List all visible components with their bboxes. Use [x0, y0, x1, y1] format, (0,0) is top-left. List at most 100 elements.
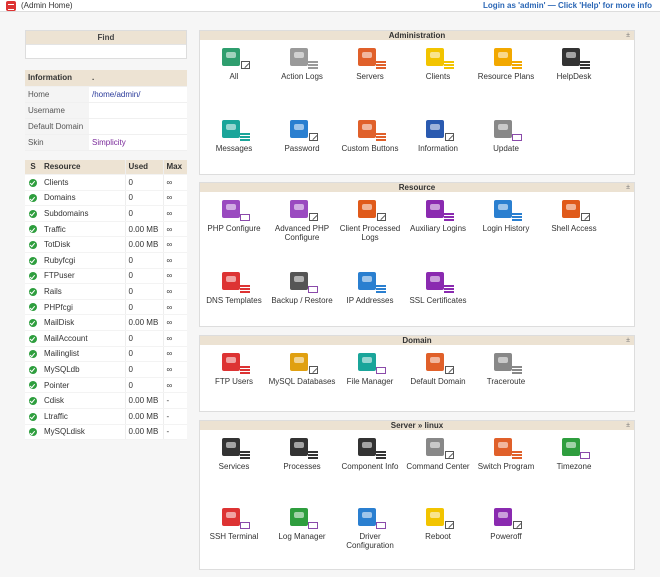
tile-component-info[interactable]: Component Info [336, 436, 404, 471]
find-input[interactable] [26, 44, 186, 58]
tile-log-manager[interactable]: Log Manager [268, 506, 336, 541]
resource-used: 0 [124, 346, 163, 363]
tile-servers[interactable]: Servers [336, 46, 404, 81]
find-box: Find [25, 30, 187, 59]
panel-header: Resource ± [200, 183, 634, 192]
resource-used: 0 [124, 268, 163, 285]
panel-header: Server » linux ± [200, 421, 634, 430]
tile-label: PHP Configure [207, 224, 261, 233]
timezone-icon [556, 436, 592, 460]
tile-password[interactable]: Password [268, 118, 336, 153]
panel-title: Domain [402, 336, 432, 345]
tile-messages[interactable]: Messages [200, 118, 268, 153]
tile-php-configure[interactable]: PHP Configure [200, 198, 268, 233]
tile-ssl-certificates[interactable]: SSL Certificates [404, 270, 472, 305]
status-ok-icon [29, 365, 37, 374]
status-ok-icon [29, 381, 37, 390]
tile-driver-configuration[interactable]: Driver Configuration [336, 506, 404, 550]
update-icon [488, 118, 524, 142]
tile-ip-addresses[interactable]: IP Addresses [336, 270, 404, 305]
tile-mysql-databases[interactable]: MySQL Databases [268, 351, 336, 386]
tile-poweroff[interactable]: Poweroff [472, 506, 540, 541]
resource-max: ∞ [162, 361, 187, 378]
resource-header-name: Resource [41, 159, 125, 175]
traceroute-icon [488, 351, 524, 375]
resource-row: Rails 0 ∞ [25, 283, 187, 300]
tile-clients[interactable]: Clients [404, 46, 472, 81]
resource-name: Domains [41, 190, 125, 207]
resource-max: ∞ [162, 268, 187, 285]
tile-ftp-users[interactable]: FTP Users [200, 351, 268, 386]
panel-server-linux: Server » linux ± Services Processes Componen… [199, 420, 635, 570]
tile-timezone[interactable]: Timezone [540, 436, 608, 471]
resource-used: 0.00 MB [124, 221, 163, 238]
tile-label: HelpDesk [556, 72, 592, 81]
tile-information[interactable]: Information [404, 118, 472, 153]
brand-logo-icon [6, 0, 16, 11]
tile-dns-templates[interactable]: DNS Templates [200, 270, 268, 305]
info-skin-link[interactable]: Simplicity [89, 134, 187, 151]
tile-advanced-php-configure[interactable]: Advanced PHP Configure [268, 198, 336, 242]
tile-shell-access[interactable]: Shell Access [540, 198, 608, 233]
tile-traceroute[interactable]: Traceroute [472, 351, 540, 386]
resource-name: FTPuser [41, 268, 125, 285]
panel-toggle-button[interactable]: ± [626, 421, 630, 430]
info-value [89, 118, 187, 135]
panel-toggle-button[interactable]: ± [626, 336, 630, 345]
switch-program-icon [488, 436, 524, 460]
tile-label: IP Addresses [346, 296, 394, 305]
tile-update[interactable]: Update [472, 118, 540, 153]
tile-action-logs[interactable]: Action Logs [268, 46, 336, 81]
status-ok-icon [29, 256, 37, 265]
tile-resource-plans[interactable]: Resource Plans [472, 46, 540, 81]
resource-max: ∞ [162, 346, 187, 363]
page-title: (Admin Home) [21, 1, 73, 10]
tile-all[interactable]: All [200, 46, 268, 81]
admin-home-page: (Admin Home) Login as 'admin' — Click 'H… [0, 0, 660, 577]
tile-label: Poweroff [490, 532, 522, 541]
panel-toggle-button[interactable]: ± [626, 183, 630, 192]
tile-custom-buttons[interactable]: Custom Buttons [336, 118, 404, 153]
resource-name: Clients [41, 174, 125, 191]
tile-services[interactable]: Services [200, 436, 268, 471]
tile-label: Component Info [341, 462, 399, 471]
tile-command-center[interactable]: Command Center [404, 436, 472, 471]
resource-row: MailDisk 0.00 MB ∞ [25, 314, 187, 331]
left-column: Find Information . Home/home/admin/ User… [25, 30, 187, 441]
tile-reboot[interactable]: Reboot [404, 506, 472, 541]
resource-name: Mailinglist [41, 346, 125, 363]
panel-toggle-button[interactable]: ± [626, 31, 630, 40]
panel-header: Domain ± [200, 336, 634, 345]
resource-max: ∞ [162, 236, 187, 253]
tile-backup-restore[interactable]: Backup / Restore [268, 270, 336, 305]
tile-ssh-terminal[interactable]: SSH Terminal [200, 506, 268, 541]
resource-name: MySQLdb [41, 361, 125, 378]
tile-label: Switch Program [477, 462, 535, 471]
information-table: Information . Home/home/admin/ Username … [25, 70, 187, 151]
info-key: Default Domain [25, 118, 89, 135]
tile-login-history[interactable]: Login History [472, 198, 540, 233]
tile-auxiliary-logins[interactable]: Auxiliary Logins [404, 198, 472, 233]
status-ok-icon [29, 412, 37, 421]
login-info-link[interactable]: Login as 'admin' — Click 'Help' for more… [483, 1, 652, 10]
tile-label: Action Logs [281, 72, 323, 81]
tile-label: Servers [356, 72, 384, 81]
status-ok-icon [29, 272, 37, 281]
tile-client-processed-logs[interactable]: Client Processed Logs [336, 198, 404, 242]
tile-default-domain[interactable]: Default Domain [404, 351, 472, 386]
info-home-link[interactable]: /home/admin/ [89, 86, 187, 103]
resource-used: 0.00 MB [124, 236, 163, 253]
tile-file-manager[interactable]: File Manager [336, 351, 404, 386]
tile-switch-program[interactable]: Switch Program [472, 436, 540, 471]
tile-processes[interactable]: Processes [268, 436, 336, 471]
users-icon [216, 46, 252, 70]
default-domain-icon [420, 351, 456, 375]
processed-logs-icon [352, 198, 388, 222]
tile-label: Messages [215, 144, 253, 153]
tile-label: SSH Terminal [209, 532, 259, 541]
resource-row: TotDisk 0.00 MB ∞ [25, 236, 187, 253]
driver-configuration-icon [352, 506, 388, 530]
status-ok-icon [29, 241, 37, 250]
tile-label: Traceroute [486, 377, 526, 386]
tile-helpdesk[interactable]: HelpDesk [540, 46, 608, 81]
